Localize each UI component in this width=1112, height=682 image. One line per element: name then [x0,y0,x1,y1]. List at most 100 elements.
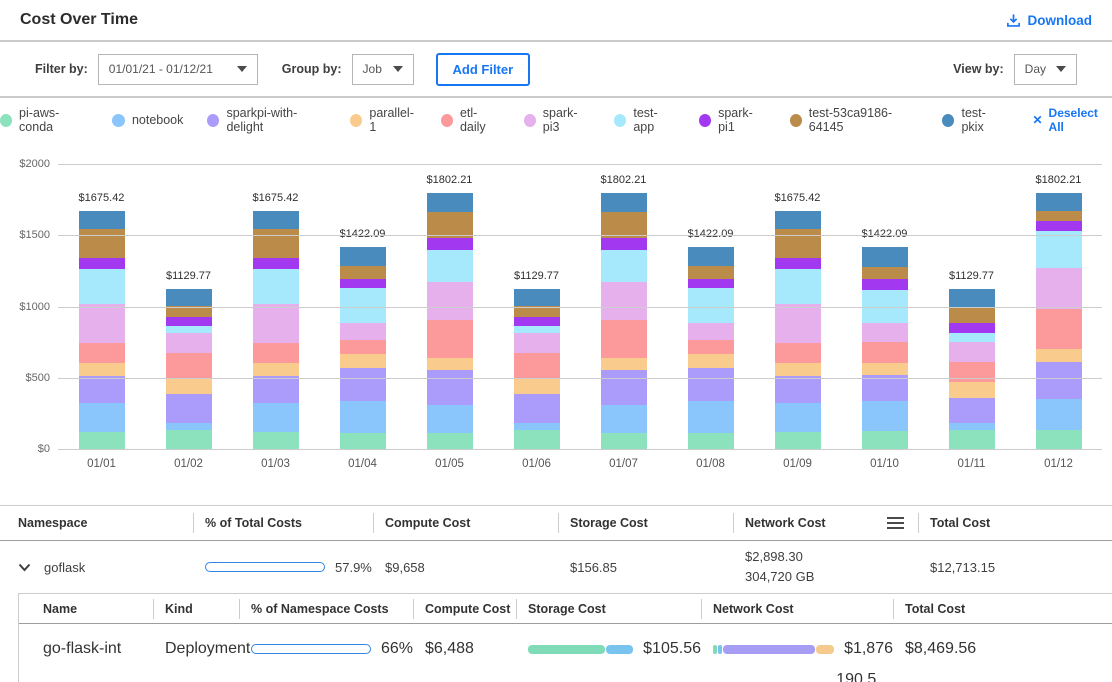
bar-segment-pi-aws-conda[interactable] [427,433,473,450]
bar-segment-spark-pi3[interactable] [166,333,212,353]
bar-segment-pi-aws-conda[interactable] [79,432,125,450]
bar-segment-notebook[interactable] [340,401,386,432]
menu-icon[interactable] [887,517,904,529]
bar-segment-spark-pi1[interactable] [427,238,473,250]
bar-segment-test-app[interactable] [79,269,125,305]
bar-segment-notebook[interactable] [862,401,908,430]
bar-segment-test-app[interactable] [166,326,212,333]
bar-segment-test-53ca9186-64145[interactable] [775,229,821,258]
bar-segment-parallel-1[interactable] [253,363,299,376]
download-button[interactable]: Download [1006,13,1093,28]
legend-item-notebook[interactable]: notebook [112,113,183,127]
bar-segment-parallel-1[interactable] [862,363,908,375]
bar-segment-sparkpi-with-delight[interactable] [862,375,908,401]
bar-segment-spark-pi1[interactable] [340,279,386,288]
bar-segment-notebook[interactable] [514,423,560,430]
legend-item-etl-daily[interactable]: etl-daily [441,106,500,134]
bar-segment-parallel-1[interactable] [166,378,212,394]
legend-item-spark-pi1[interactable]: spark-pi1 [699,106,766,134]
bar-segment-pi-aws-conda[interactable] [601,433,647,450]
bar-segment-sparkpi-with-delight[interactable] [427,370,473,405]
bar-stack-01/08[interactable] [688,247,734,450]
bar-segment-test-53ca9186-64145[interactable] [340,266,386,279]
bar-segment-sparkpi-with-delight[interactable] [601,370,647,405]
bar-segment-test-53ca9186-64145[interactable] [427,212,473,238]
bar-segment-etl-daily[interactable] [949,362,995,382]
bar-segment-parallel-1[interactable] [514,378,560,394]
bar-segment-notebook[interactable] [427,405,473,434]
deselect-all-button[interactable]: ✕ Deselect All [1032,106,1112,134]
bar-segment-test-53ca9186-64145[interactable] [949,308,995,322]
bar-segment-etl-daily[interactable] [775,343,821,363]
bar-segment-sparkpi-with-delight[interactable] [79,376,125,403]
bar-segment-notebook[interactable] [79,403,125,432]
bar-segment-pi-aws-conda[interactable] [340,433,386,450]
bar-segment-etl-daily[interactable] [340,340,386,354]
bar-segment-test-app[interactable] [1036,231,1082,267]
legend-item-test-53ca9186-64145[interactable]: test-53ca9186-64145 [790,106,919,134]
view-by-select[interactable]: Day [1014,54,1077,85]
bar-segment-spark-pi3[interactable] [514,333,560,353]
bar-segment-sparkpi-with-delight[interactable] [253,376,299,403]
bar-segment-spark-pi3[interactable] [1036,268,1082,310]
bar-segment-test-pkix[interactable] [166,289,212,306]
bar-stack-01/06[interactable] [514,289,560,450]
bar-stack-01/02[interactable] [166,289,212,450]
legend-item-pi-aws-conda[interactable]: pi-aws-conda [0,106,88,134]
bar-segment-etl-daily[interactable] [688,340,734,354]
bar-segment-spark-pi3[interactable] [79,304,125,343]
bar-segment-pi-aws-conda[interactable] [166,430,212,450]
bar-segment-spark-pi3[interactable] [427,282,473,321]
bar-segment-test-app[interactable] [253,269,299,305]
bar-stack-01/11[interactable] [949,289,995,450]
legend-item-sparkpi-with-delight[interactable]: sparkpi-with-delight [207,106,326,134]
bar-segment-spark-pi1[interactable] [862,279,908,290]
bar-segment-etl-daily[interactable] [601,320,647,358]
bar-segment-test-53ca9186-64145[interactable] [688,266,734,279]
bar-segment-spark-pi3[interactable] [253,304,299,343]
bar-segment-sparkpi-with-delight[interactable] [688,368,734,401]
bar-segment-test-pkix[interactable] [949,289,995,308]
bar-segment-spark-pi1[interactable] [949,323,995,334]
bar-segment-test-53ca9186-64145[interactable] [79,229,125,258]
bar-segment-pi-aws-conda[interactable] [688,433,734,450]
chevron-down-icon[interactable] [18,563,31,572]
bar-segment-notebook[interactable] [166,423,212,430]
bar-segment-etl-daily[interactable] [427,320,473,358]
bar-segment-notebook[interactable] [775,403,821,432]
bar-segment-parallel-1[interactable] [79,363,125,376]
bar-stack-01/01[interactable] [79,211,125,450]
bar-segment-test-app[interactable] [601,250,647,281]
bar-segment-sparkpi-with-delight[interactable] [949,398,995,423]
bar-segment-parallel-1[interactable] [688,354,734,368]
bar-segment-sparkpi-with-delight[interactable] [775,376,821,403]
bar-segment-etl-daily[interactable] [166,353,212,378]
bar-stack-01/10[interactable] [862,247,908,450]
bar-segment-etl-daily[interactable] [514,353,560,378]
bar-segment-test-53ca9186-64145[interactable] [601,212,647,238]
bar-stack-01/03[interactable] [253,211,299,450]
bar-segment-etl-daily[interactable] [862,342,908,363]
bar-segment-pi-aws-conda[interactable] [1036,430,1082,450]
group-by-select[interactable]: Job [352,54,414,85]
bar-segment-parallel-1[interactable] [340,354,386,368]
bar-segment-parallel-1[interactable] [601,358,647,370]
bar-stack-01/04[interactable] [340,247,386,450]
bar-stack-01/05[interactable] [427,193,473,450]
legend-item-spark-pi3[interactable]: spark-pi3 [524,106,591,134]
bar-segment-sparkpi-with-delight[interactable] [514,394,560,423]
bar-segment-test-app[interactable] [949,333,995,342]
bar-segment-test-53ca9186-64145[interactable] [253,229,299,258]
bar-segment-etl-daily[interactable] [253,343,299,363]
bar-segment-notebook[interactable] [949,423,995,430]
bar-segment-spark-pi3[interactable] [688,323,734,340]
bar-segment-spark-pi1[interactable] [775,258,821,268]
bar-segment-test-pkix[interactable] [79,211,125,229]
bar-segment-pi-aws-conda[interactable] [514,430,560,450]
bar-segment-test-app[interactable] [514,326,560,333]
bar-segment-spark-pi3[interactable] [340,323,386,340]
bar-segment-test-53ca9186-64145[interactable] [862,267,908,279]
bar-segment-spark-pi1[interactable] [166,317,212,326]
bar-segment-pi-aws-conda[interactable] [775,432,821,450]
bar-segment-sparkpi-with-delight[interactable] [166,394,212,423]
